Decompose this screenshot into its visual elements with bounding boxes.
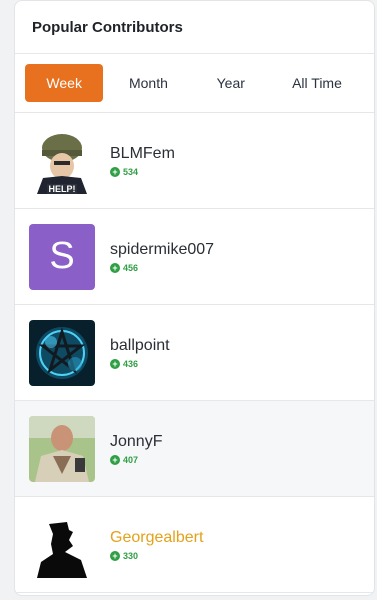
plus-circle-icon: + (110, 551, 120, 561)
tab-all-time[interactable]: All Time (270, 64, 364, 102)
points-value: 534 (123, 167, 139, 177)
contributor-info: spidermike007 + 456 (110, 240, 214, 273)
points-value: 330 (123, 551, 139, 561)
soldier-avatar-image: HELP! (29, 127, 95, 194)
contributor-points: + 456 (110, 263, 214, 273)
points-value: 407 (123, 455, 139, 465)
contributor-row[interactable]: ballpoint + 436 (15, 305, 374, 401)
points-value: 436 (123, 359, 139, 369)
avatar[interactable] (29, 415, 95, 482)
contributor-name[interactable]: spidermike007 (110, 240, 214, 260)
contributor-name[interactable]: ballpoint (110, 336, 170, 356)
contributor-info: BLMFem + 534 (110, 144, 175, 177)
tab-week[interactable]: Week (25, 64, 104, 102)
tab-year[interactable]: Year (194, 64, 268, 102)
character-avatar-image (29, 415, 95, 482)
plus-circle-icon: + (110, 263, 120, 273)
contributor-info: ballpoint + 436 (110, 336, 170, 369)
points-value: 456 (123, 263, 139, 273)
contributor-row[interactable]: Georgealbert + 330 (15, 497, 374, 593)
contributor-row[interactable]: S spidermike007 + 456 (15, 209, 374, 305)
silhouette-avatar-image (29, 511, 95, 578)
contributor-name[interactable]: JonnyF (110, 432, 162, 452)
card-title: Popular Contributors (15, 1, 374, 54)
popular-contributors-card: Popular Contributors Week Month Year All… (14, 0, 375, 596)
avatar-letter: S (49, 235, 75, 277)
contributor-points: + 330 (110, 551, 203, 561)
contributor-info: Georgealbert + 330 (110, 528, 203, 561)
contributor-row[interactable]: JonnyF + 407 (15, 401, 374, 497)
contributor-name[interactable]: BLMFem (110, 144, 175, 164)
avatar[interactable]: HELP! (29, 127, 95, 194)
plus-circle-icon: + (110, 167, 120, 177)
plus-circle-icon: + (110, 455, 120, 465)
contributor-name[interactable]: Georgealbert (110, 528, 203, 548)
contributor-points: + 436 (110, 359, 170, 369)
avatar[interactable]: S (29, 223, 95, 290)
period-tabs: Week Month Year All Time (15, 54, 374, 113)
avatar[interactable] (29, 511, 95, 578)
avatar[interactable] (29, 319, 95, 386)
contributor-row[interactable]: HELP! BLMFem + 534 (15, 113, 374, 209)
plus-circle-icon: + (110, 359, 120, 369)
contributor-points: + 407 (110, 455, 162, 465)
pentagram-avatar-image (29, 319, 95, 386)
avatar-caption: HELP! (49, 184, 76, 194)
contributor-points: + 534 (110, 167, 175, 177)
tab-month[interactable]: Month (105, 64, 191, 102)
contributor-info: JonnyF + 407 (110, 432, 162, 465)
